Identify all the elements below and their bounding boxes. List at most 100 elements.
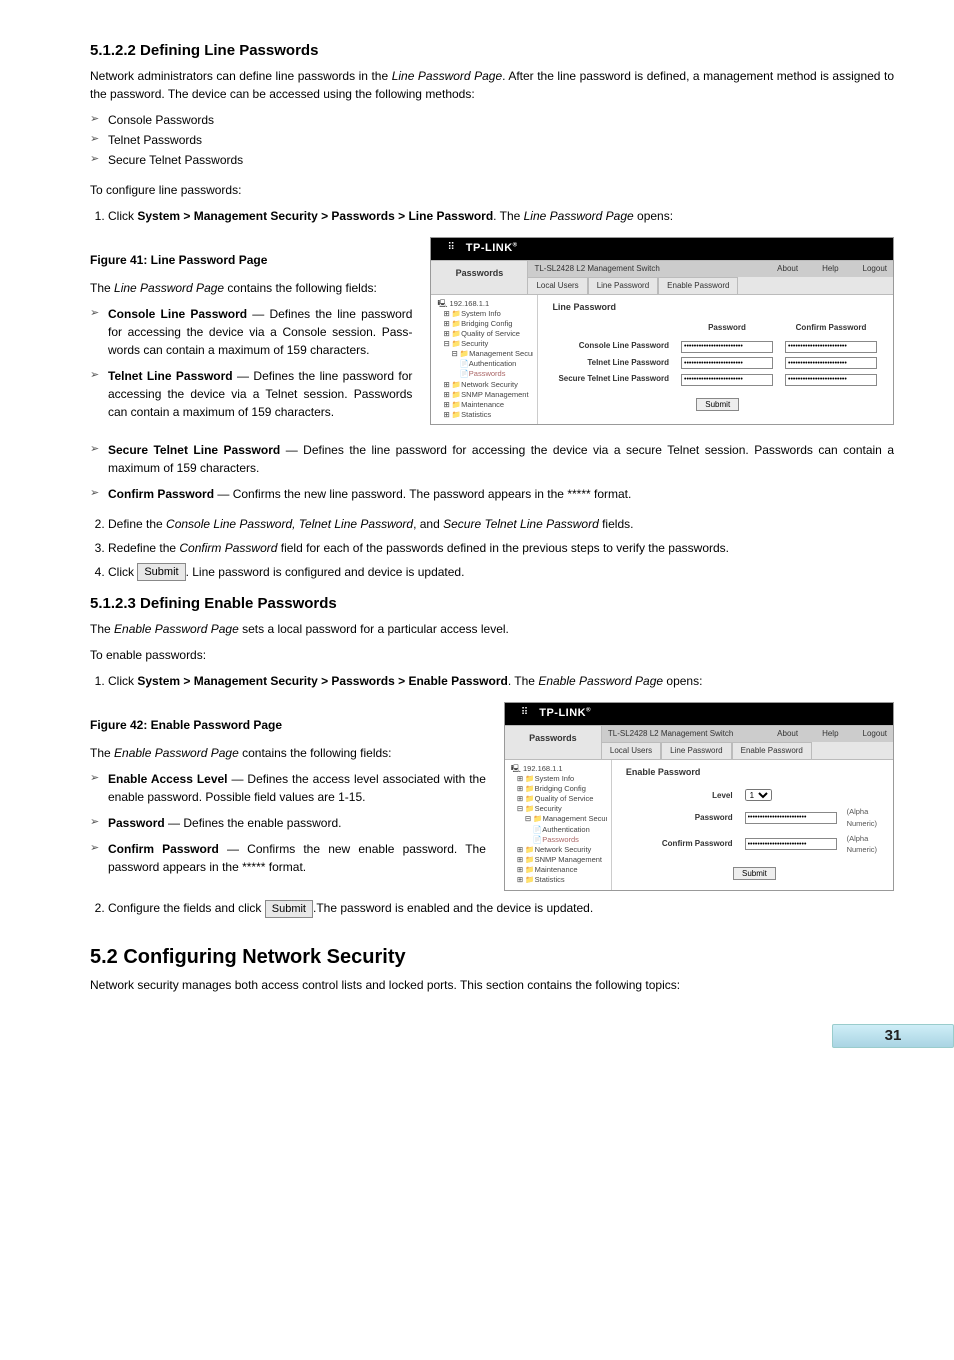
text: , and — [413, 517, 443, 531]
tree-node[interactable]: 🖳 192.168.1.1 — [511, 764, 607, 774]
tree-node[interactable]: ⊞ 📁Maintenance — [511, 865, 607, 875]
text: Telnet Line Password — [108, 369, 233, 383]
shot-header: ⠿ TP-LINK® — [505, 703, 893, 725]
text: . Line password is configured and device… — [186, 565, 465, 579]
link-about[interactable]: About — [777, 728, 798, 740]
tab-local-users[interactable]: Local Users — [602, 742, 661, 759]
text: field for each of the passwords defined … — [277, 541, 729, 555]
submit-button-inline[interactable]: Submit — [265, 900, 313, 918]
text: . The — [493, 209, 523, 223]
tree-node-selected[interactable]: 📄Passwords — [511, 835, 607, 845]
tree-node[interactable]: ⊟ 📁Management Security — [511, 814, 607, 824]
text: System > Management Security > Passwords… — [137, 674, 508, 688]
list-item: Define the Console Line Password, Telnet… — [108, 515, 894, 533]
enable-password-input[interactable] — [745, 812, 837, 824]
page-number: 31 — [832, 1024, 954, 1048]
tab-local-users[interactable]: Local Users — [528, 277, 587, 294]
nav-tree[interactable]: 🖳 192.168.1.1 ⊞ 📁System Info ⊞ 📁Bridging… — [505, 760, 612, 891]
text: Enable Access Level — [108, 772, 228, 786]
brand-logo: TP-LINK® — [539, 705, 591, 725]
shot-subheader: Passwords TL-SL2428 L2 Management Switch… — [505, 725, 893, 760]
tree-node[interactable]: ⊞ 📁SNMP Management — [437, 390, 533, 400]
list-item: Click System > Management Security > Pas… — [108, 672, 894, 690]
tree-node[interactable]: ⊞ 📁System Info — [437, 309, 533, 319]
method-list: Console Passwords Telnet Passwords Secur… — [90, 111, 894, 169]
tree-node[interactable]: 📄Authentication — [437, 359, 533, 369]
row-label: Level — [656, 787, 739, 804]
tab-line-password[interactable]: Line Password — [588, 277, 658, 294]
text: The — [90, 746, 114, 760]
tree-node[interactable]: ⊞ 📁Statistics — [437, 410, 533, 420]
text: Confirm Password — [108, 487, 214, 501]
text: fields. — [599, 517, 634, 531]
window-dots-icon: ⠿ — [447, 240, 453, 255]
text: Click — [108, 209, 137, 223]
enable-confirm-input[interactable] — [745, 838, 837, 850]
tree-node[interactable]: ⊞ 📁Maintenance — [437, 400, 533, 410]
paragraph: Network administrators can define line p… — [90, 67, 894, 103]
text: The — [90, 622, 114, 636]
submit-button[interactable]: Submit — [696, 398, 739, 411]
tree-node[interactable]: ⊟ 📁Security — [437, 339, 533, 349]
link-logout[interactable]: Logout — [863, 263, 887, 275]
level-select[interactable]: 1 — [745, 789, 772, 801]
text: Define the — [108, 517, 166, 531]
tree-node[interactable]: ⊞ 📁Network Security — [437, 380, 533, 390]
link-logout[interactable]: Logout — [863, 728, 887, 740]
heading-5-2: 5.2 Configuring Network Security — [90, 942, 894, 972]
text: The — [90, 281, 114, 295]
col-header: Password — [675, 322, 779, 338]
heading-5-1-2-2: 5.1.2.2 Defining Line Passwords — [90, 40, 894, 63]
secure-telnet-confirm-input[interactable] — [785, 374, 877, 386]
submit-button[interactable]: Submit — [733, 867, 776, 880]
text: Configure the fields and click — [108, 901, 265, 915]
tree-node[interactable]: ⊞ 📁System Info — [511, 774, 607, 784]
field-list: Secure Telnet Line Password — Defines th… — [90, 441, 894, 503]
brand-logo: TP-LINK® — [466, 240, 518, 260]
tree-node[interactable]: ⊞ 📁Statistics — [511, 875, 607, 885]
tree-node[interactable]: ⊞ 📁Bridging Config — [511, 784, 607, 794]
list-item: Console Passwords — [90, 111, 894, 129]
telnet-password-input[interactable] — [681, 357, 773, 369]
tree-node[interactable]: 📄Authentication — [511, 825, 607, 835]
console-password-input[interactable] — [681, 341, 773, 353]
text: Network administrators can define line p… — [90, 69, 392, 83]
tab-line-password[interactable]: Line Password — [661, 742, 731, 759]
console-confirm-input[interactable] — [785, 341, 877, 353]
text: contains the following fields: — [224, 281, 377, 295]
text: Secure Telnet Line Password — [108, 443, 280, 457]
shot-subheader: Passwords TL-SL2428 L2 Management Switch… — [431, 260, 893, 295]
tree-node[interactable]: ⊞ 📁Quality of Service — [511, 794, 607, 804]
text: Click — [108, 565, 137, 579]
tree-node-selected[interactable]: 📄Passwords — [437, 369, 533, 379]
field-note: (Alpha Numeric) — [843, 804, 883, 831]
tree-node[interactable]: ⊟ 📁Management Security — [437, 349, 533, 359]
tree-node[interactable]: ⊞ 📁Network Security — [511, 845, 607, 855]
row-label: Telnet Line Password — [552, 355, 675, 372]
tab-enable-password[interactable]: Enable Password — [732, 742, 812, 759]
text: Console Line Password — [108, 307, 247, 321]
link-about[interactable]: About — [777, 263, 798, 275]
tab-enable-password[interactable]: Enable Password — [658, 277, 738, 294]
tree-node[interactable]: ⊟ 📁Security — [511, 804, 607, 814]
field-list: Console Line Password — Defines the line… — [90, 305, 412, 421]
steps-list: Click System > Management Security > Pas… — [90, 207, 894, 225]
page-footer: 31 — [90, 1024, 894, 1048]
tree-node[interactable]: ⊞ 📁Bridging Config — [437, 319, 533, 329]
telnet-confirm-input[interactable] — [785, 357, 877, 369]
list-item: Enable Access Level — Defines the access… — [90, 770, 486, 806]
text: sets a local password for a particular a… — [239, 622, 509, 636]
tree-node[interactable]: ⊞ 📁Quality of Service — [437, 329, 533, 339]
nav-tree[interactable]: 🖳 192.168.1.1 ⊞ 📁System Info ⊞ 📁Bridging… — [431, 295, 538, 425]
link-help[interactable]: Help — [822, 728, 838, 740]
list-item: Secure Telnet Line Password — Defines th… — [90, 441, 894, 477]
text: Confirm Password — [108, 842, 219, 856]
link-help[interactable]: Help — [822, 263, 838, 275]
submit-button-inline[interactable]: Submit — [137, 563, 185, 581]
tree-node[interactable]: ⊞ 📁SNMP Management — [511, 855, 607, 865]
list-item: Click System > Management Security > Pas… — [108, 207, 894, 225]
secure-telnet-password-input[interactable] — [681, 374, 773, 386]
tree-node[interactable]: 🖳 192.168.1.1 — [437, 299, 533, 309]
panel-title: Line Password — [552, 301, 883, 315]
list-item: Telnet Passwords — [90, 131, 894, 149]
